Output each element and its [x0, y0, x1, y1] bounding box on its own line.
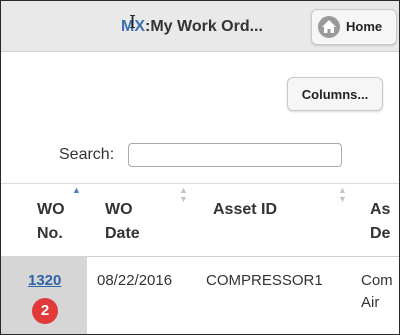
page-title: MX:My Work Ord... I — [121, 12, 263, 36]
column-header-wo-date-line1: WO — [105, 201, 133, 218]
home-button[interactable]: Home — [311, 9, 397, 45]
text-cursor-icon: I — [129, 12, 137, 33]
sort-ascending-icon[interactable]: ▲ — [72, 186, 81, 195]
count-badge: 2 — [32, 298, 58, 324]
sort-icon[interactable]: ▲ ▼ — [338, 186, 347, 204]
column-header-wo-no-line2: No. — [37, 225, 63, 242]
column-header-wo-no[interactable]: WO No. — [37, 198, 65, 246]
header-bar: MX:My Work Ord... I Home — [1, 1, 399, 52]
column-header-asset-id-line1: Asset ID — [213, 201, 278, 218]
sort-icon[interactable]: ▲ ▼ — [179, 186, 188, 204]
column-header-asset-desc-line2: De — [370, 225, 391, 242]
asset-id-cell: COMPRESSOR1 — [206, 272, 323, 289]
column-header-asset-desc[interactable]: As De — [370, 198, 390, 246]
asset-desc-cell: Com Air — [361, 270, 393, 314]
search-input[interactable] — [128, 143, 342, 167]
column-header-asset-id[interactable]: Asset ID — [213, 198, 277, 222]
app-frame: MX:My Work Ord... I Home Columns... Sear… — [0, 0, 400, 335]
wo-number-link[interactable]: 1320 — [28, 272, 61, 289]
table-header: WO No. ▲ WO Date ▲ ▼ Asset ID ▲ ▼ As De — [1, 183, 399, 257]
column-header-wo-date[interactable]: WO Date — [105, 198, 140, 246]
column-header-wo-no-line1: WO — [37, 201, 65, 218]
column-header-wo-date-line2: Date — [105, 225, 140, 242]
search-label: Search: — [59, 146, 115, 163]
asset-desc-line2: Air — [361, 294, 380, 311]
wo-date-cell: 08/22/2016 — [97, 272, 173, 289]
columns-button[interactable]: Columns... — [287, 77, 383, 111]
asset-desc-line1: Com — [361, 272, 393, 289]
home-button-label: Home — [346, 19, 383, 34]
column-header-asset-desc-line1: As — [370, 201, 391, 218]
page-title-text: :My Work Ord... — [145, 18, 263, 35]
home-icon — [318, 16, 340, 38]
table-row[interactable]: 1320 2 08/22/2016 COMPRESSOR1 Com Air — [1, 256, 399, 334]
wo-no-cell: 1320 2 — [1, 256, 87, 334]
